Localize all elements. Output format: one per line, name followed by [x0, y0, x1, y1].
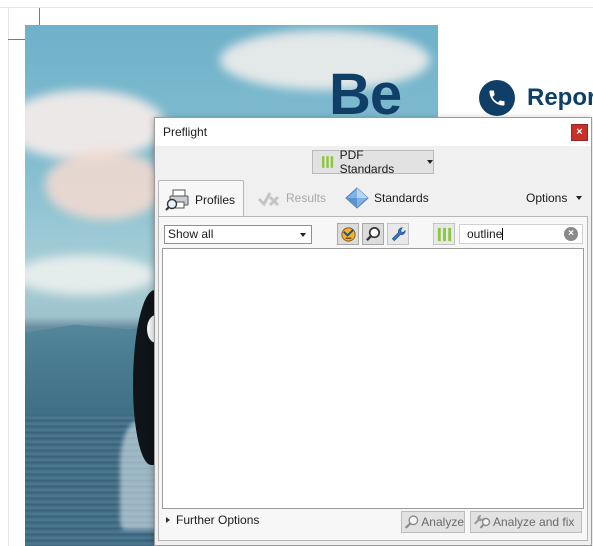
- green-bars-icon: [321, 156, 334, 168]
- dialog-title: Preflight: [163, 125, 208, 139]
- search-input[interactable]: outline ×: [459, 224, 583, 244]
- search-value: outline: [467, 227, 503, 241]
- wrench-icon: [391, 227, 405, 241]
- chevron-down-icon: [427, 160, 433, 164]
- standards-filter-button[interactable]: [433, 223, 455, 245]
- chevron-right-icon: [166, 517, 170, 523]
- preflight-dialog: Preflight × PDF Standards Profiles Resul…: [154, 117, 592, 546]
- clear-search-button[interactable]: ×: [564, 227, 578, 241]
- fix-filter-button[interactable]: [387, 223, 409, 245]
- analyze-and-fix-label: Analyze and fix: [493, 515, 575, 529]
- tab-standards-label: Standards: [374, 191, 429, 205]
- check-filter-button[interactable]: [362, 223, 384, 245]
- options-menu[interactable]: Options: [526, 180, 583, 216]
- pdf-standards-label: PDF Standards: [339, 148, 395, 176]
- green-bars-icon: [437, 227, 451, 241]
- page-top-edge: [0, 7, 593, 8]
- phone-icon: [479, 80, 515, 116]
- analyze-and-fix-button[interactable]: Analyze and fix: [470, 511, 582, 533]
- magnifier-icon: [365, 226, 380, 241]
- pdf-standards-dropdown[interactable]: PDF Standards: [312, 148, 434, 176]
- further-options-label: Further Options: [176, 513, 260, 527]
- dialog-titlebar[interactable]: Preflight ×: [155, 118, 591, 146]
- report-label: Report: [527, 84, 593, 111]
- tab-results-label: Results: [286, 191, 327, 205]
- analyze-button[interactable]: Analyze: [401, 511, 465, 533]
- tab-profiles[interactable]: Profiles: [158, 180, 244, 218]
- document-heading: Be: [329, 62, 402, 127]
- report-header: Report: [479, 80, 593, 116]
- options-label: Options: [526, 191, 568, 205]
- show-filter-select[interactable]: Show all: [164, 225, 312, 244]
- page-left-edge: [8, 8, 9, 546]
- fixup-filter-button[interactable]: [337, 223, 359, 245]
- close-button[interactable]: ×: [571, 124, 588, 141]
- wrench-magnifier-icon: [474, 514, 491, 529]
- results-icon: [257, 192, 280, 207]
- magnifier-icon: [404, 515, 419, 529]
- tab-standards[interactable]: Standards: [344, 180, 444, 216]
- text-cursor: [502, 228, 504, 240]
- tab-results[interactable]: Results: [256, 180, 336, 216]
- diamond-icon: [345, 187, 369, 209]
- chevron-down-icon: [300, 233, 306, 237]
- tab-profiles-label: Profiles: [195, 192, 236, 207]
- chevron-down-icon: [576, 196, 583, 200]
- show-filter-value: Show all: [168, 227, 214, 241]
- profiles-list[interactable]: [162, 248, 584, 509]
- further-options-toggle[interactable]: Further Options: [166, 513, 259, 527]
- profiles-panel: Show all outline × Further Options Analy…: [158, 216, 588, 541]
- printer-magnifier-icon: [165, 189, 189, 211]
- tab-bar: Profiles Results Standards Options: [158, 180, 588, 218]
- analyze-label: Analyze: [421, 515, 464, 529]
- badge-fix-icon: [340, 226, 356, 242]
